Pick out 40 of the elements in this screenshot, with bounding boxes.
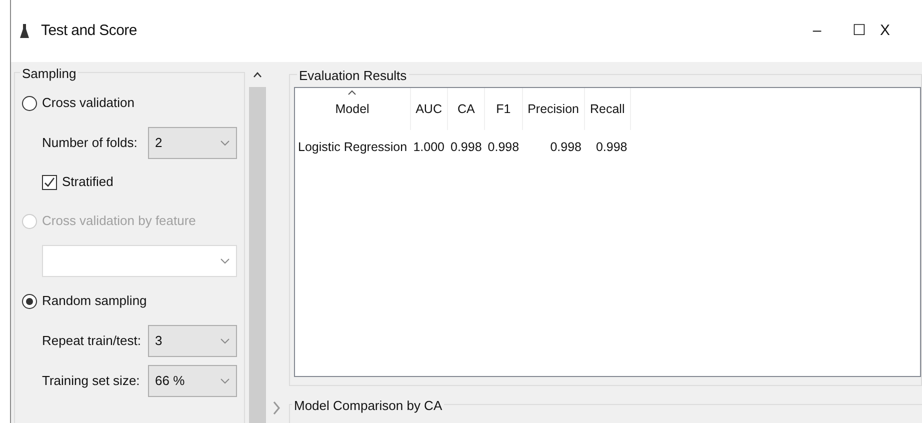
window-title: Test and Score [41, 20, 137, 41]
window-control[interactable]: – [796, 20, 838, 42]
dropdown-value: 2 [155, 134, 162, 152]
sort-icon [348, 90, 357, 95]
dropdown-label: Number of folds: [42, 134, 138, 152]
checkbox-label: Stratified [62, 173, 114, 192]
dropdown-value: 3 [155, 332, 162, 350]
chevron-down-icon [220, 378, 230, 384]
radio-label: Cross validation [42, 94, 134, 112]
scroll-up-icon[interactable] [252, 72, 262, 78]
table-cell: 0.998 [522, 130, 584, 164]
radio-label: Cross validation by feature [42, 212, 196, 230]
column-header[interactable]: Precision [522, 88, 584, 130]
chevron-down-icon [220, 258, 230, 264]
column-header[interactable]: CA [448, 88, 485, 130]
dropdown[interactable]: 2 [148, 127, 237, 159]
table-cell: Logistic Regression [295, 130, 410, 164]
dropdown-value: 66 % [155, 372, 185, 390]
table-cell: 1.000 [410, 130, 448, 164]
table-cell: 0.998 [584, 130, 630, 164]
dropdown-label: Training set size: [42, 372, 141, 390]
dropdown-label: Repeat train/test: [42, 332, 142, 350]
table-cell: 0.998 [448, 130, 485, 164]
radio-button[interactable] [22, 294, 37, 308]
chevron-down-icon [220, 140, 230, 146]
scrollbar-thumb[interactable] [248, 87, 266, 423]
window-control[interactable]: X [880, 20, 922, 42]
dropdown[interactable]: 66 % [148, 365, 237, 397]
column-header[interactable]: AUC [410, 88, 448, 130]
app-icon [20, 23, 29, 39]
column-header[interactable]: Model [295, 88, 410, 130]
checkbox[interactable] [42, 174, 57, 190]
column-header[interactable]: Recall [584, 88, 630, 130]
column-header[interactable]: F1 [484, 88, 522, 130]
radio-button[interactable] [22, 96, 37, 110]
radio-label: Random sampling [42, 292, 147, 310]
dropdown[interactable]: 3 [148, 325, 237, 357]
window-control[interactable]: ☐ [838, 20, 880, 42]
chevron-down-icon [220, 338, 230, 344]
table-cell: 0.998 [484, 130, 522, 164]
